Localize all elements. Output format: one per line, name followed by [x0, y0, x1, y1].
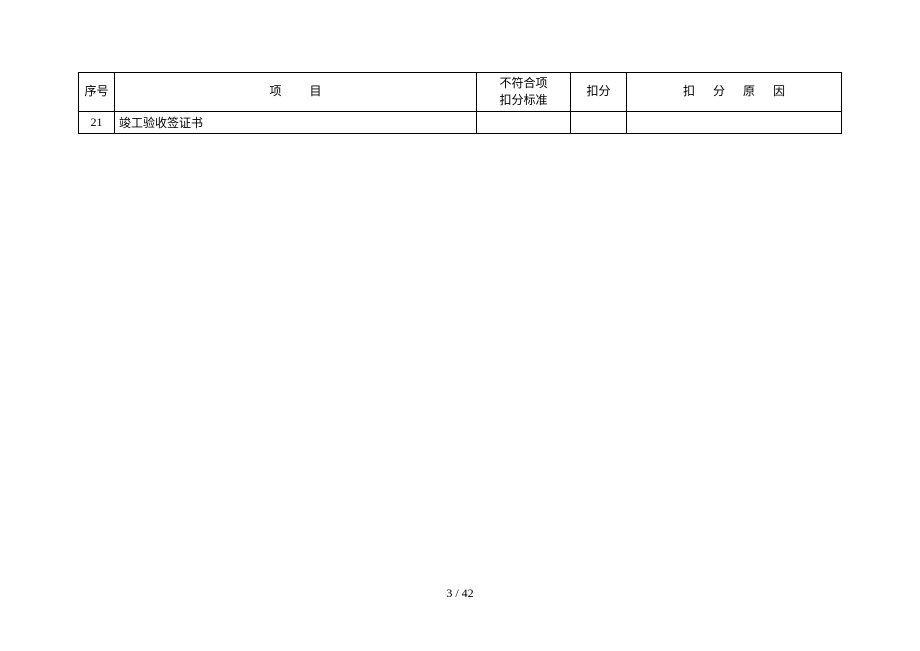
header-reason: 扣分原因: [627, 73, 842, 112]
header-nonconform-line1: 不符合项: [499, 76, 547, 90]
evaluation-table: 序号 项目 不符合项 扣分标准 扣分 扣分原因 21 竣工验收签证书: [78, 72, 842, 134]
page-total: 42: [462, 586, 474, 600]
cell-deduct: [571, 111, 627, 133]
cell-item: 竣工验收签证书: [115, 111, 477, 133]
header-item: 项目: [115, 73, 477, 112]
header-seq: 序号: [79, 73, 115, 112]
table-row: 21 竣工验收签证书: [79, 111, 842, 133]
header-nonconform-line2: 扣分标准: [499, 93, 547, 107]
table-header: 序号 项目 不符合项 扣分标准 扣分 扣分原因: [79, 73, 842, 112]
table-body: 21 竣工验收签证书: [79, 111, 842, 133]
header-row: 序号 项目 不符合项 扣分标准 扣分 扣分原因: [79, 73, 842, 112]
header-nonconform: 不符合项 扣分标准: [477, 73, 571, 112]
cell-seq: 21: [79, 111, 115, 133]
page-number: 3 / 42: [0, 586, 920, 601]
cell-nonconform: [477, 111, 571, 133]
cell-reason: [627, 111, 842, 133]
page-content: 序号 项目 不符合项 扣分标准 扣分 扣分原因 21 竣工验收签证书: [0, 0, 920, 134]
header-deduct: 扣分: [571, 73, 627, 112]
page-separator: /: [452, 586, 461, 600]
